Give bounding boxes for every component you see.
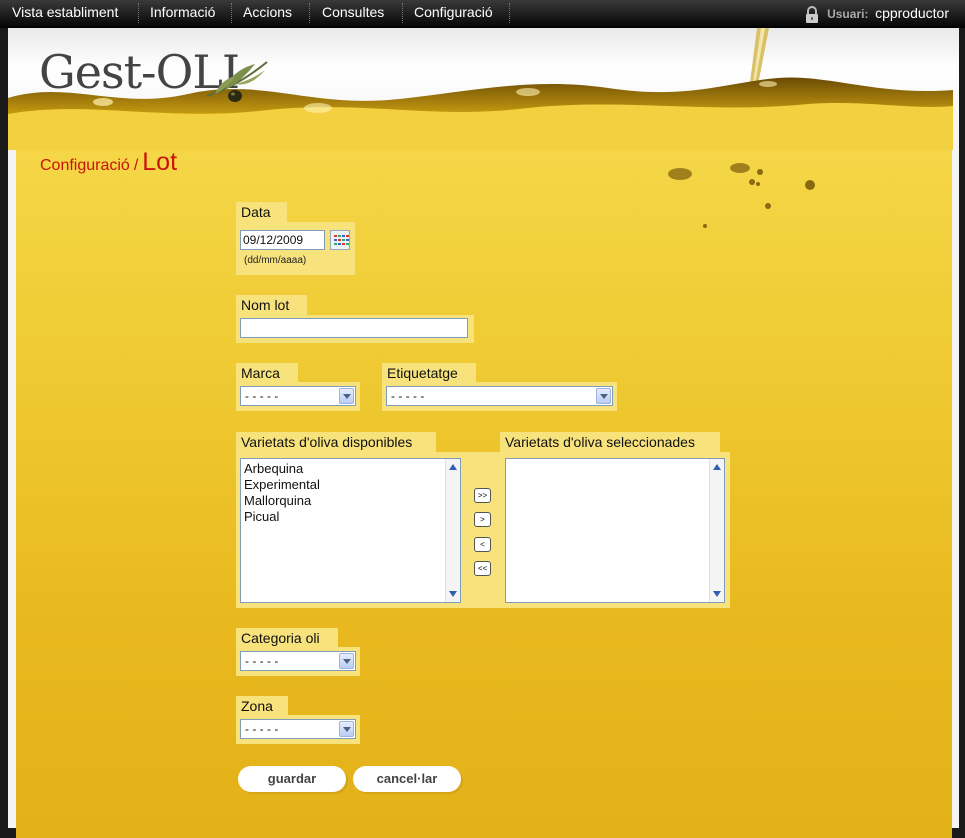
available-varieties-options: Arbequina Experimental Mallorquina Picua… — [244, 461, 320, 525]
scroll-down-icon[interactable] — [449, 591, 457, 597]
nav-separator — [402, 3, 403, 23]
chevron-down-icon — [596, 388, 611, 404]
user-info: Usuari: cpproductor — [805, 0, 949, 26]
nav-configuracio[interactable]: Configuració — [414, 0, 493, 26]
olive-branch-icon — [206, 61, 268, 102]
selected-varieties-label: Varietats d'oliva seleccionades — [500, 432, 720, 452]
calendar-icon[interactable] — [330, 230, 350, 250]
list-item[interactable]: Picual — [244, 509, 320, 525]
move-all-left-button[interactable]: << — [474, 561, 491, 576]
page-title: Lot — [142, 148, 178, 176]
cancel-button[interactable]: cancel·lar — [353, 766, 461, 792]
nav-separator — [231, 3, 232, 23]
breadcrumb-separator: / — [133, 157, 139, 174]
available-varieties-label: Varietats d'oliva disponibles — [236, 432, 436, 452]
nav-separator — [138, 3, 139, 23]
scroll-down-icon[interactable] — [713, 591, 721, 597]
lock-icon — [805, 5, 819, 24]
zone-label: Zona — [236, 696, 288, 716]
brand-selected-value: - - - - - — [245, 389, 279, 403]
lot-name-label: Nom lot — [236, 295, 307, 315]
available-varieties-list[interactable]: Arbequina Experimental Mallorquina Picua… — [240, 458, 461, 603]
chevron-down-icon — [339, 721, 354, 737]
move-all-right-button[interactable]: >> — [474, 488, 491, 503]
move-right-button[interactable]: > — [474, 512, 491, 527]
list-item[interactable]: Arbequina — [244, 461, 320, 477]
oil-category-label: Categoria oli — [236, 628, 338, 648]
nav-separator — [509, 3, 510, 23]
date-input[interactable]: 09/12/2009 — [240, 230, 325, 250]
lot-name-input[interactable] — [240, 318, 468, 338]
selected-varieties-list[interactable] — [505, 458, 725, 603]
list-item[interactable]: Experimental — [244, 477, 320, 493]
brand-select[interactable]: - - - - - — [240, 386, 356, 406]
oil-category-select[interactable]: - - - - - — [240, 651, 356, 671]
nav-vista-establiment[interactable]: Vista establiment — [12, 0, 118, 26]
zone-selected-value: - - - - - — [245, 722, 279, 736]
nav-separator — [309, 3, 310, 23]
move-left-button[interactable]: < — [474, 537, 491, 552]
chevron-down-icon — [339, 388, 354, 404]
nav-accions[interactable]: Accions — [243, 0, 292, 26]
labeling-label: Etiquetatge — [382, 363, 476, 383]
brand-label: Marca — [236, 363, 298, 383]
top-navigation-bar: Vista establiment Informació Accions Con… — [0, 0, 965, 28]
oil-category-selected-value: - - - - - — [245, 654, 279, 668]
breadcrumb-parent[interactable]: Configuració — [40, 157, 130, 174]
vertical-scrollbar[interactable] — [445, 459, 460, 602]
scroll-up-icon[interactable] — [449, 464, 457, 470]
labeling-selected-value: - - - - - — [391, 389, 425, 403]
chevron-down-icon — [339, 653, 354, 669]
nav-informacio[interactable]: Informació — [150, 0, 215, 26]
oil-bubbles-graphic — [668, 163, 815, 228]
date-label: Data — [236, 202, 287, 222]
save-button[interactable]: guardar — [238, 766, 346, 792]
breadcrumb: Configuració / Lot — [40, 148, 177, 177]
labeling-select[interactable]: - - - - - — [386, 386, 613, 406]
username: cpproductor — [875, 5, 949, 21]
date-format-hint: (dd/mm/aaaa) — [244, 255, 307, 266]
vertical-scrollbar[interactable] — [709, 459, 724, 602]
zone-select[interactable]: - - - - - — [240, 719, 356, 739]
user-label: Usuari: — [827, 7, 869, 21]
scroll-up-icon[interactable] — [713, 464, 721, 470]
nav-consultes[interactable]: Consultes — [322, 0, 384, 26]
list-item[interactable]: Mallorquina — [244, 493, 320, 509]
